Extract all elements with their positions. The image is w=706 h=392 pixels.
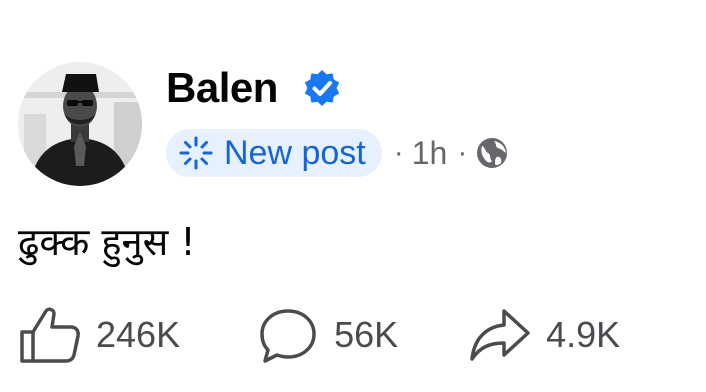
comment-count: 56K bbox=[334, 314, 399, 355]
share-count: 4.9K bbox=[546, 314, 621, 355]
author-name[interactable]: Balen bbox=[166, 60, 278, 116]
like-count: 246K bbox=[96, 314, 181, 355]
thumbs-up-icon bbox=[20, 307, 80, 363]
author-avatar[interactable] bbox=[18, 62, 142, 186]
verified-badge-icon bbox=[304, 70, 340, 106]
meta-separator: · bbox=[457, 136, 468, 169]
sparkle-icon bbox=[179, 136, 213, 170]
meta-separator: · bbox=[393, 136, 404, 169]
share-icon bbox=[470, 309, 530, 361]
post-card: Balen New post · 1h · ढुक्क हुनुस ! 246K… bbox=[0, 0, 706, 392]
post-text: ढुक्क हुनुस ! bbox=[18, 220, 196, 264]
reaction-bar: 246K 56K 4.9K bbox=[18, 302, 620, 368]
avatar-image bbox=[18, 62, 142, 186]
post-meta: New post · 1h · bbox=[166, 127, 509, 179]
like-button[interactable]: 246K bbox=[18, 305, 180, 365]
post-timestamp[interactable]: 1h bbox=[412, 133, 448, 173]
globe-icon bbox=[477, 138, 508, 168]
new-post-label: New post bbox=[224, 134, 366, 172]
comment-icon bbox=[260, 309, 316, 363]
new-post-badge: New post bbox=[166, 129, 382, 177]
share-button[interactable]: 4.9K bbox=[468, 305, 620, 365]
comment-button[interactable]: 56K bbox=[256, 305, 398, 365]
